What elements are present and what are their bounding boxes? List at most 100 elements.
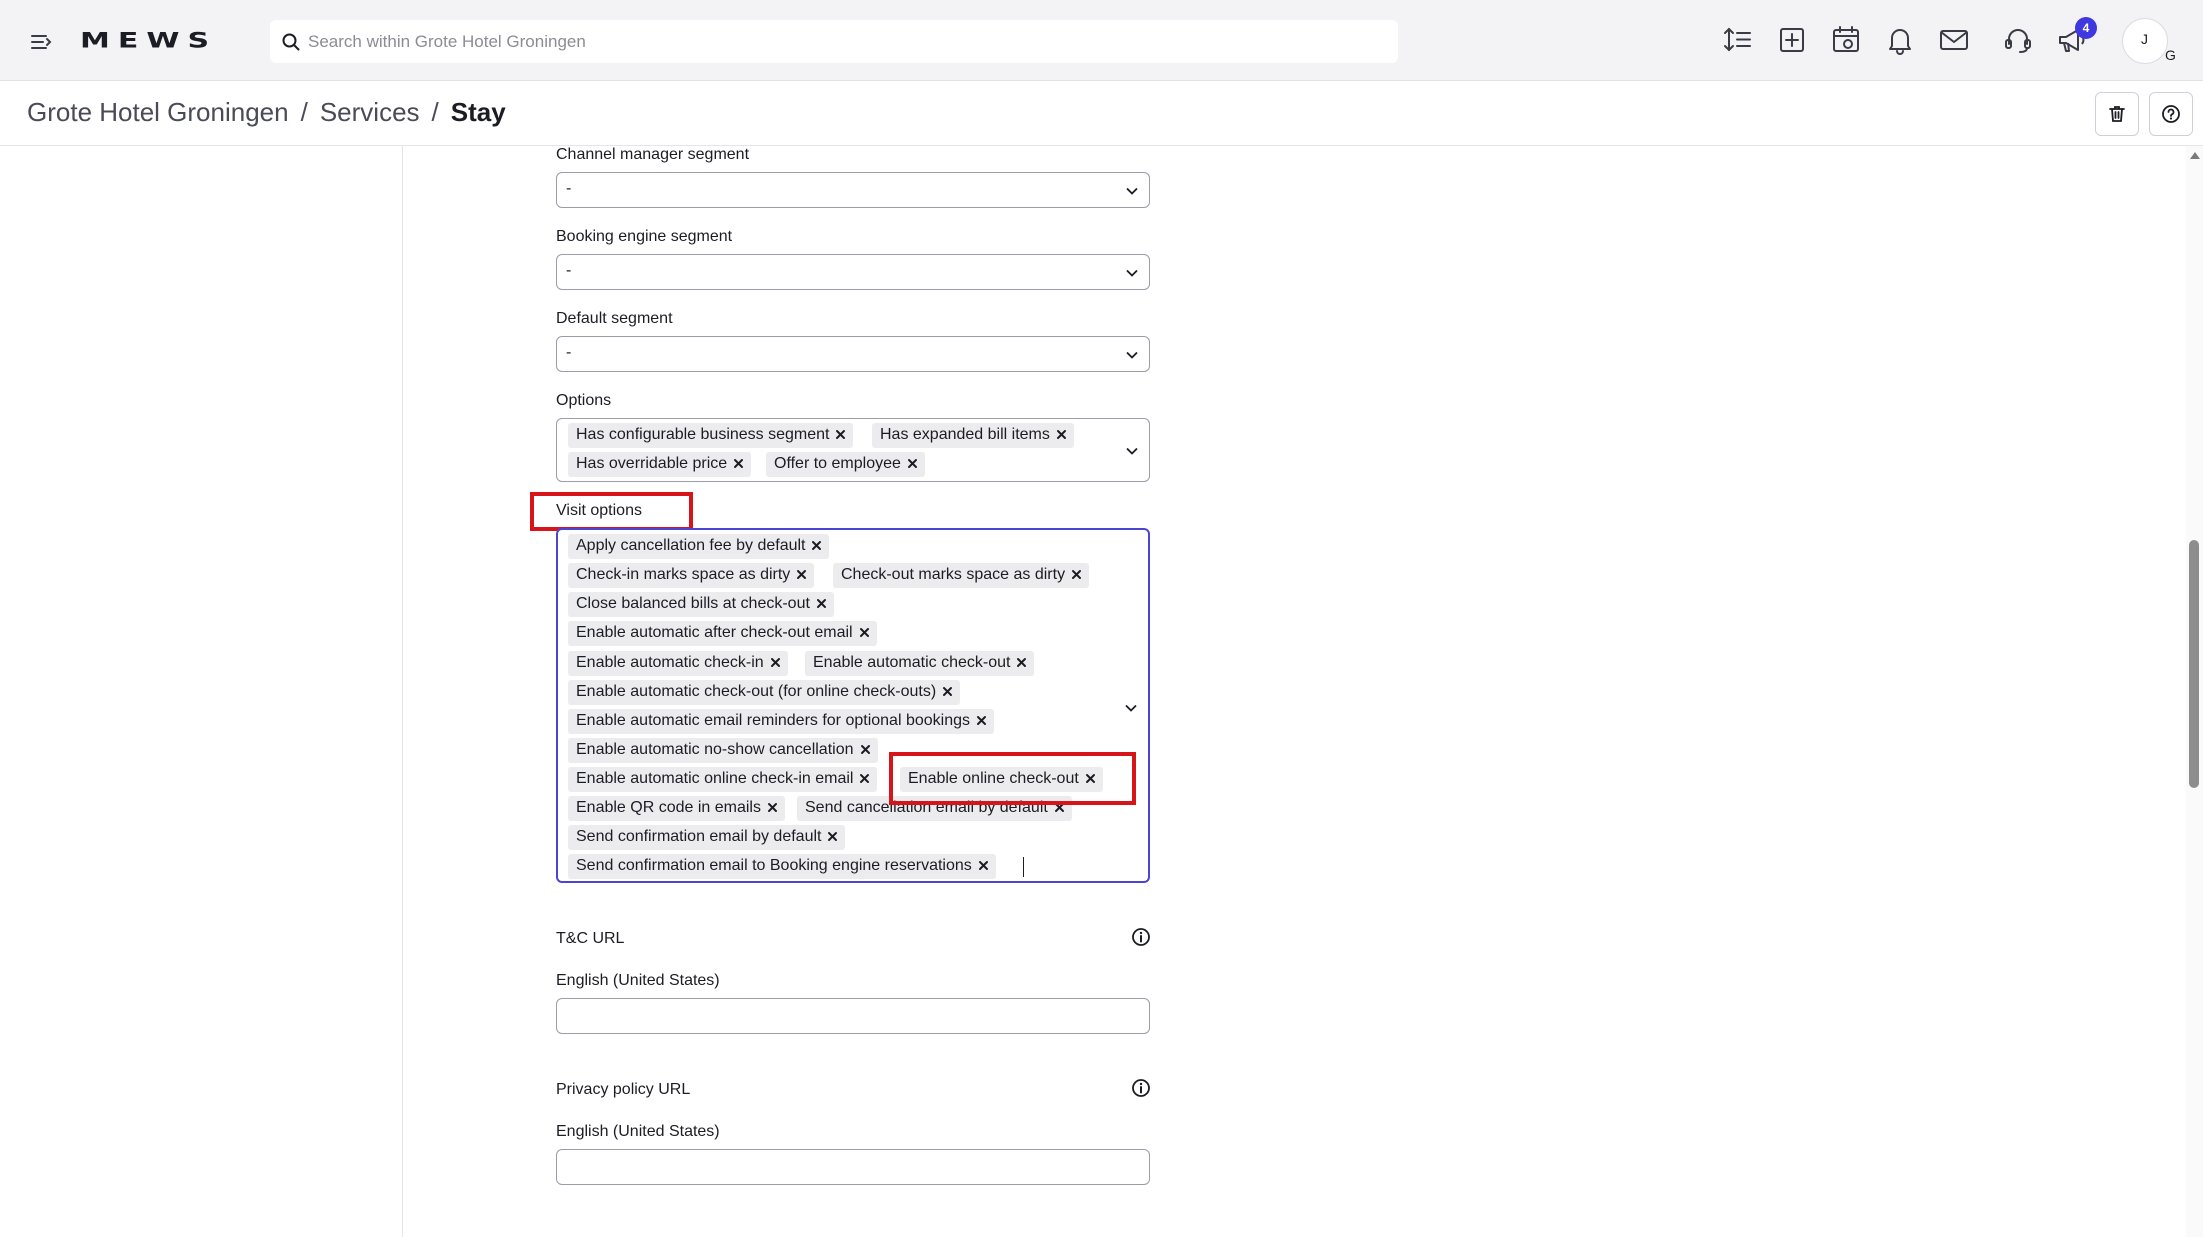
default-segment-label: Default segment	[556, 310, 673, 327]
chip-label: Send confirmation email by default	[576, 828, 822, 845]
close-icon[interactable]	[1014, 655, 1029, 670]
search-bar[interactable]	[270, 20, 1398, 63]
close-icon[interactable]	[1054, 427, 1069, 442]
tc-url-label: T&C URL	[556, 930, 625, 947]
visit-option-chip: Apply cancellation fee by default	[568, 534, 830, 559]
avatar-initial-second: G	[2165, 47, 2176, 63]
chip-label: Send confirmation email to Booking engin…	[576, 857, 972, 874]
search-input[interactable]	[308, 20, 1378, 63]
sort-icon[interactable]	[1720, 22, 1756, 58]
add-icon[interactable]	[1774, 22, 1810, 58]
breadcrumb-separator: /	[300, 97, 308, 127]
channel-manager-segment-label: Channel manager segment	[556, 146, 750, 163]
channel-manager-segment-select[interactable]: -	[556, 172, 1150, 208]
visit-option-chip: Enable automatic email reminders for opt…	[568, 709, 994, 734]
booking-engine-segment-label: Booking engine segment	[556, 228, 733, 245]
scrollbar-thumb[interactable]	[2189, 540, 2199, 788]
page-header: Grote Hotel Groningen / Services / Stay	[0, 81, 2203, 146]
close-icon[interactable]	[1069, 567, 1084, 582]
close-icon[interactable]	[794, 567, 809, 582]
options-multiselect[interactable]: Has configurable business segment Has ex…	[556, 418, 1150, 482]
chip-label: Has expanded bill items	[880, 426, 1050, 443]
breadcrumb-hotel[interactable]: Grote Hotel Groningen	[27, 97, 289, 127]
close-icon[interactable]	[731, 456, 746, 471]
top-bar: MEWS 4 J G	[0, 0, 2203, 81]
close-icon[interactable]	[825, 829, 840, 844]
visit-option-chip: Send confirmation email to Booking engin…	[568, 854, 996, 879]
help-button[interactable]	[2149, 92, 2193, 136]
close-icon[interactable]	[814, 596, 829, 611]
close-icon[interactable]	[976, 858, 991, 873]
close-icon[interactable]	[768, 655, 783, 670]
info-icon[interactable]	[1131, 927, 1151, 947]
visit-option-chip: Enable automatic check-out	[805, 651, 1035, 676]
option-chip: Has configurable business segment	[568, 423, 854, 448]
default-segment-select[interactable]: -	[556, 336, 1150, 372]
close-icon[interactable]	[857, 625, 872, 640]
chevron-down-icon	[1126, 187, 1138, 195]
close-icon[interactable]	[974, 713, 989, 728]
chip-label: Enable automatic email reminders for opt…	[576, 712, 970, 729]
bell-icon[interactable]	[1882, 22, 1918, 58]
close-icon[interactable]	[857, 771, 872, 786]
left-column	[0, 146, 403, 1237]
headset-icon[interactable]	[2000, 22, 2036, 58]
breadcrumb-services[interactable]: Services	[320, 97, 420, 127]
options-label: Options	[556, 392, 612, 409]
option-chip: Has overridable price	[568, 452, 752, 477]
chevron-down-icon[interactable]	[1124, 701, 1138, 715]
text-caret	[1023, 857, 1024, 877]
tc-url-language-label: English (United States)	[556, 972, 720, 989]
chip-label: Enable automatic after check-out email	[576, 624, 853, 641]
chip-label: Has configurable business segment	[576, 426, 830, 443]
page-title: Stay	[450, 97, 506, 127]
avatar-initial-first: J	[2141, 31, 2148, 47]
visit-option-chip: Send cancellation email by default	[797, 796, 1072, 821]
close-icon[interactable]	[858, 742, 873, 757]
close-icon[interactable]	[905, 456, 920, 471]
close-icon[interactable]	[833, 427, 848, 442]
visit-option-chip: Check-in marks space as dirty	[568, 563, 815, 588]
privacy-url-input[interactable]	[556, 1149, 1150, 1185]
chip-label: Send cancellation email by default	[805, 799, 1048, 816]
tc-url-input[interactable]	[556, 998, 1150, 1034]
search-icon	[280, 31, 302, 53]
breadcrumb-separator: /	[431, 97, 439, 127]
chip-label: Enable automatic check-out	[813, 654, 1011, 671]
calendar-icon[interactable]	[1828, 22, 1864, 58]
chevron-down-icon	[1126, 351, 1138, 359]
privacy-url-language-label: English (United States)	[556, 1123, 720, 1140]
chip-label: Check-in marks space as dirty	[576, 566, 791, 583]
chip-label: Offer to employee	[774, 455, 901, 472]
chevron-down-icon	[1126, 269, 1138, 277]
booking-engine-segment-select[interactable]: -	[556, 254, 1150, 290]
help-icon	[2162, 105, 2180, 123]
close-icon[interactable]	[765, 800, 780, 815]
mews-logo[interactable]: MEWS	[80, 24, 230, 58]
menu-icon[interactable]	[26, 27, 56, 57]
mail-icon[interactable]	[1936, 22, 1972, 58]
visit-option-chip: Send confirmation email by default	[568, 825, 846, 850]
chip-label: Enable automatic online check-in email	[576, 770, 854, 787]
chevron-down-icon[interactable]	[1125, 444, 1139, 458]
avatar[interactable]: J G	[2122, 18, 2176, 64]
trash-icon	[2109, 106, 2125, 122]
chip-label: Enable QR code in emails	[576, 799, 761, 816]
close-icon[interactable]	[1052, 800, 1067, 815]
visit-option-chip: Enable online check-out	[900, 767, 1103, 792]
visit-option-chip: Enable automatic after check-out email	[568, 621, 877, 646]
chip-label: Check-out marks space as dirty	[841, 566, 1066, 583]
close-icon[interactable]	[1083, 771, 1098, 786]
notification-badge: 4	[2075, 17, 2097, 39]
close-icon[interactable]	[809, 538, 824, 553]
chip-label: Enable automatic check-out (for online c…	[576, 683, 937, 700]
visit-option-chip: Enable QR code in emails	[568, 796, 785, 821]
info-icon[interactable]	[1131, 1078, 1151, 1098]
chip-label: Has overridable price	[576, 455, 728, 472]
visit-options-multiselect[interactable]: Apply cancellation fee by default Check-…	[556, 528, 1150, 883]
close-icon[interactable]	[940, 684, 955, 699]
delete-button[interactable]	[2095, 92, 2139, 136]
select-value: -	[566, 180, 572, 197]
visit-option-chip: Enable automatic check-in	[568, 651, 788, 676]
scroll-up-arrow[interactable]	[2190, 152, 2200, 159]
